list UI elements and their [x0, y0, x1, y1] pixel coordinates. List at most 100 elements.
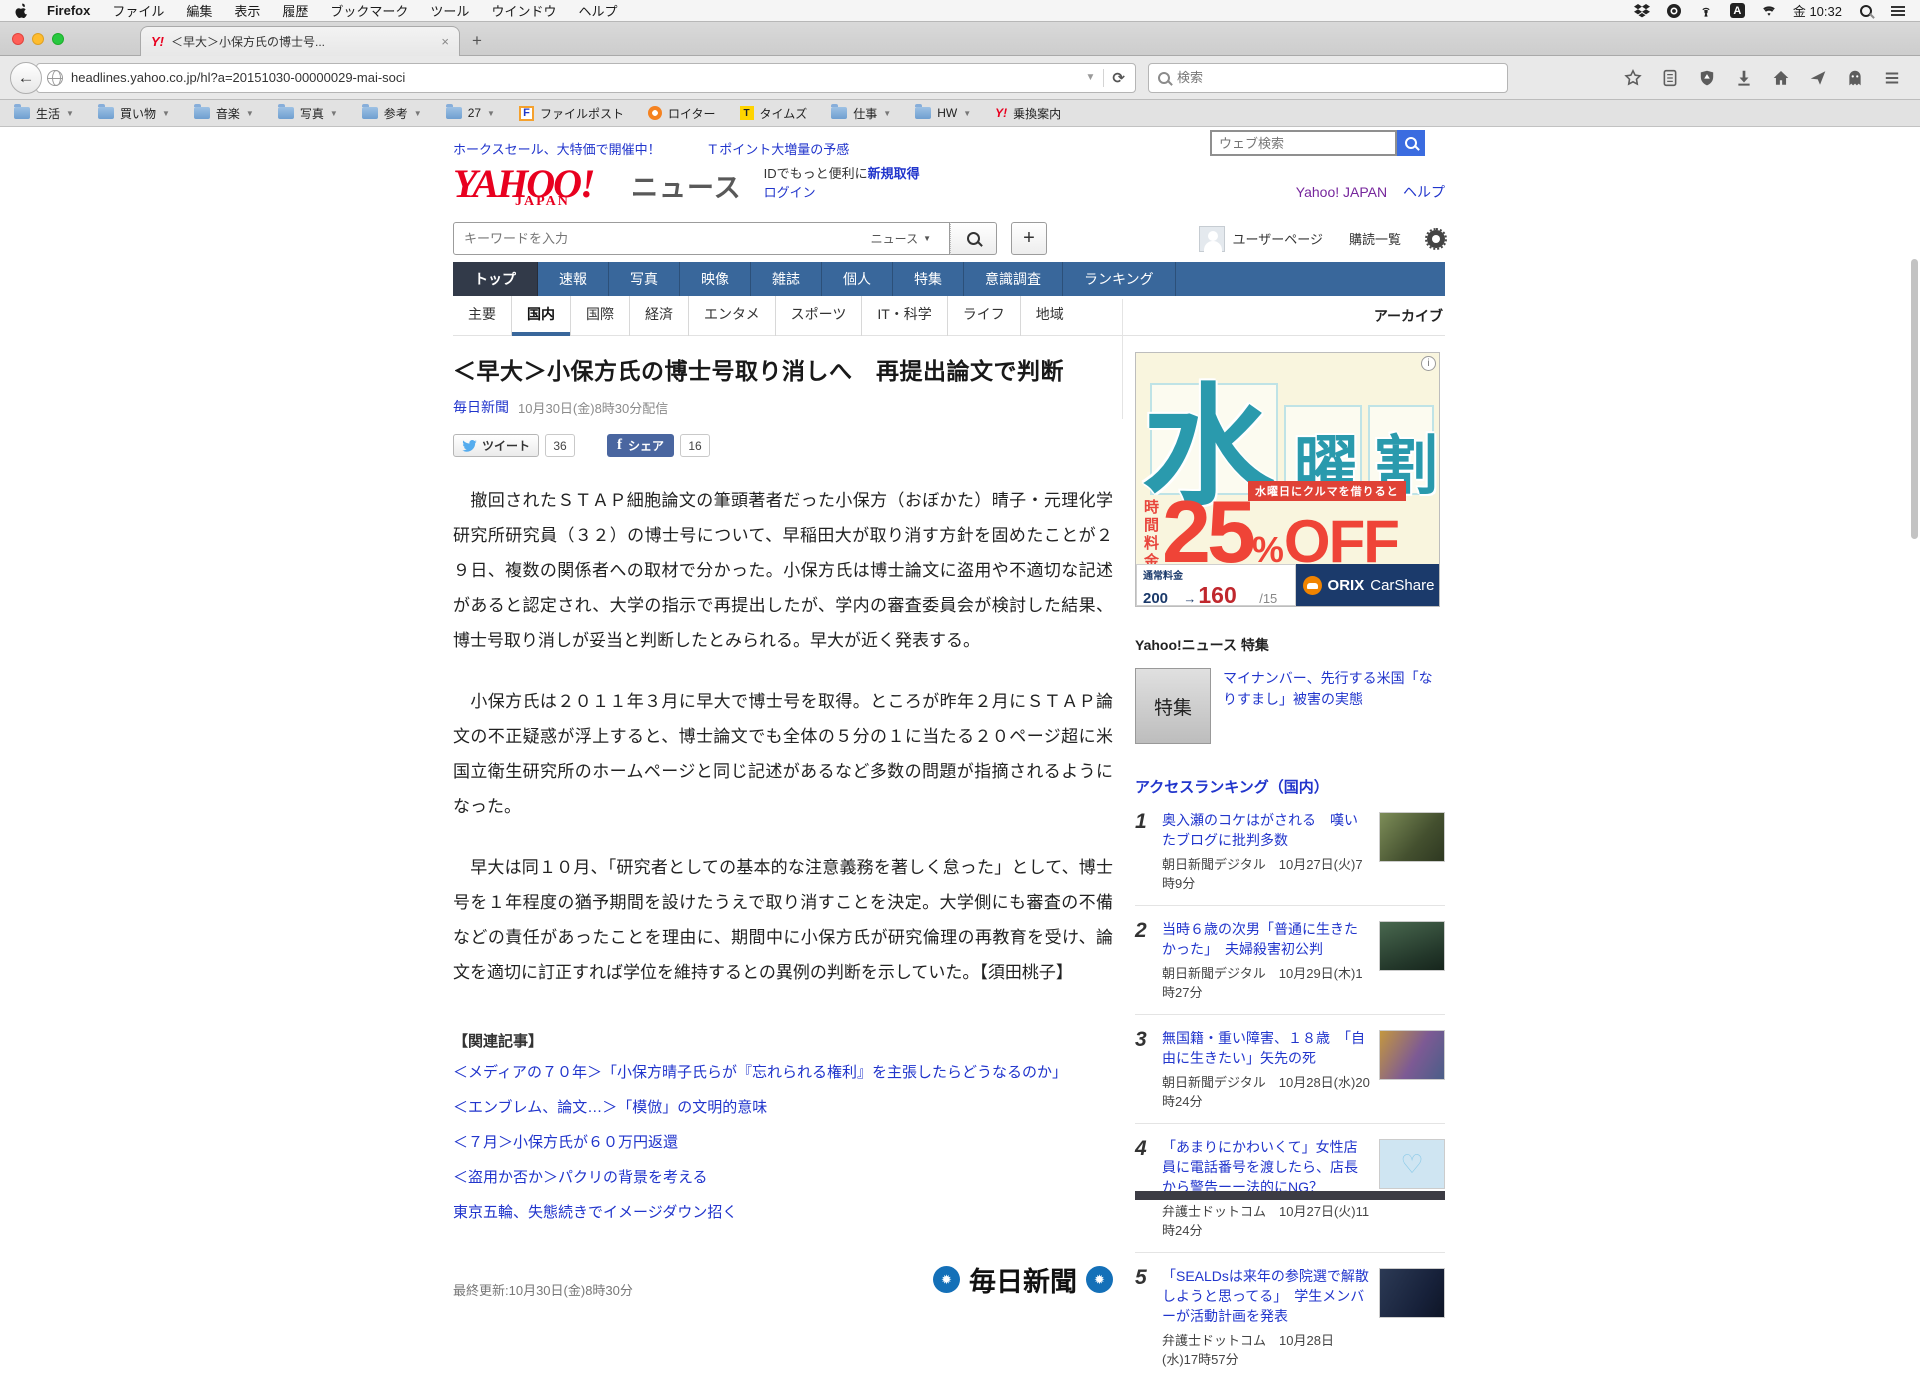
yahoo-japan-logo[interactable]: YAHOO! JAPAN [453, 160, 623, 208]
source-link[interactable]: 毎日新聞 [453, 397, 509, 417]
hamburger-menu-icon[interactable] [1882, 68, 1902, 88]
menu-bookmarks[interactable]: ブックマーク [330, 1, 408, 20]
promo-link-tpoint[interactable]: Ｔポイント大増量の予感 [706, 142, 849, 157]
related-link[interactable]: ＜エンブレム、論文…＞「模倣」の文明的意味 [453, 1095, 1113, 1121]
bookmark-times[interactable]: Tタイムズ [740, 105, 808, 122]
web-search-input[interactable] [1210, 130, 1397, 156]
subnav-life[interactable]: ライフ [947, 296, 1020, 336]
menu-window[interactable]: ウインドウ [491, 1, 556, 20]
share-count[interactable]: 16 [680, 434, 710, 457]
news-search-input[interactable] [464, 231, 871, 246]
input-source-icon[interactable]: A [1730, 3, 1745, 18]
nav-tab-video[interactable]: 映像 [680, 262, 751, 296]
related-link[interactable]: 東京五輪、失態続きでイメージダウン招く [453, 1200, 1113, 1226]
close-window-button[interactable] [12, 33, 24, 45]
bookmark-filepost[interactable]: Fファイルポスト [519, 105, 624, 122]
creative-cloud-icon[interactable] [1666, 3, 1682, 19]
bookmark-folder-music[interactable]: 音楽▼ [194, 105, 254, 122]
site-identity-icon[interactable] [47, 70, 63, 86]
menu-history[interactable]: 履歴 [282, 1, 308, 20]
archive-link[interactable]: アーカイブ [1374, 306, 1445, 326]
publisher-logo[interactable]: ✹ 毎日新聞 ✹ [933, 1260, 1113, 1299]
wifi-icon[interactable] [1761, 3, 1777, 19]
url-dropdown-icon[interactable]: ▼ [1086, 72, 1096, 83]
related-link[interactable]: ＜メディアの７０年＞「小保方晴子氏らが『忘れられる権利』を主張したらどうなるのか… [453, 1060, 1113, 1086]
nav-tab-feature[interactable]: 特集 [893, 262, 964, 296]
ranking-thumbnail[interactable] [1379, 1030, 1445, 1080]
tweet-count[interactable]: 36 [545, 434, 575, 457]
subnav-region[interactable]: 地域 [1020, 296, 1079, 336]
pocket-list-icon[interactable] [1660, 68, 1680, 88]
bookmark-folder-photo[interactable]: 写真▼ [278, 105, 338, 122]
nav-tab-personal[interactable]: 個人 [822, 262, 893, 296]
subnav-economy[interactable]: 経済 [629, 296, 688, 336]
news-search-field[interactable]: ニュース▼ [453, 222, 950, 255]
ranking-link[interactable]: 奥入瀬のコケはがされる 嘆いたブログに批判多数 [1162, 810, 1370, 850]
browser-tab[interactable]: Y! ＜早大＞小保方氏の博士号... × [140, 26, 460, 56]
subnav-world[interactable]: 国際 [570, 296, 629, 336]
home-icon[interactable] [1771, 68, 1791, 88]
help-link[interactable]: ヘルプ [1403, 184, 1445, 200]
feature-link[interactable]: マイナンバー、先行する米国「なりすまし」被害の実態 [1223, 668, 1445, 744]
related-link[interactable]: ＜７月＞小保方氏が６０万円返還 [453, 1130, 1113, 1156]
subscriptions-link[interactable]: 購読一覧 [1349, 229, 1401, 248]
ranking-link[interactable]: 「SEALDsは来年の参院選で解散しようと思ってる」 学生メンバーが活動計画を発… [1162, 1266, 1370, 1326]
yahoo-japan-link[interactable]: Yahoo! JAPAN [1296, 184, 1387, 200]
feature-item[interactable]: 特集 マイナンバー、先行する米国「なりすまし」被害の実態 [1135, 668, 1445, 744]
carshare-ad[interactable]: i 水 曜 割 水曜日にクルマを借りると 時間料金 25%OFF 通常料金 20… [1135, 352, 1440, 607]
bookmark-folder-hw[interactable]: HW▼ [915, 106, 971, 120]
url-bar[interactable]: ▼ ⟳ [36, 63, 1136, 93]
nav-tab-magazine[interactable]: 雑誌 [751, 262, 822, 296]
ad-info-icon[interactable]: i [1421, 356, 1436, 371]
web-search-button[interactable] [1397, 130, 1425, 156]
menu-help[interactable]: ヘルプ [578, 1, 617, 20]
zoom-window-button[interactable] [52, 33, 64, 45]
signup-link[interactable]: 新規取得 [868, 166, 920, 181]
dropbox-icon[interactable] [1634, 3, 1650, 19]
nav-tab-photo[interactable]: 写真 [609, 262, 680, 296]
ranking-link[interactable]: 「あまりにかわいくて」女性店員に電話番号を渡したら、店長から警告ーー法的にNG？ [1162, 1137, 1370, 1197]
menu-file[interactable]: ファイル [112, 1, 164, 20]
subnav-main[interactable]: 主要 [453, 296, 511, 336]
search-scope-dropdown[interactable]: ニュース▼ [871, 230, 939, 247]
subnav-domestic[interactable]: 国内 [511, 296, 570, 336]
menu-view[interactable]: 表示 [234, 1, 260, 20]
bookmark-reuters[interactable]: ロイター [648, 105, 716, 122]
promo-link-hawks[interactable]: ホークスセール、大特価で開催中！ [453, 142, 661, 157]
related-link[interactable]: ＜盗用か否か＞パクリの背景を考える [453, 1165, 1113, 1191]
apple-icon[interactable] [14, 3, 29, 18]
menu-firefox[interactable]: Firefox [47, 3, 90, 18]
downloads-icon[interactable] [1734, 68, 1754, 88]
nav-tab-poll[interactable]: 意識調査 [964, 262, 1063, 296]
bookmark-folder-shopping[interactable]: 買い物▼ [98, 105, 170, 122]
menu-tools[interactable]: ツール [430, 1, 469, 20]
share-send-icon[interactable] [1808, 68, 1828, 88]
ranking-thumbnail[interactable] [1379, 921, 1445, 971]
nav-tab-flash[interactable]: 速報 [538, 262, 609, 296]
news-search-button[interactable] [950, 222, 997, 255]
nav-tab-top[interactable]: トップ [453, 262, 538, 296]
subnav-it-science[interactable]: IT・科学 [861, 296, 946, 336]
tab-close-icon[interactable]: × [441, 34, 449, 49]
bookmark-folder-life[interactable]: 生活▼ [14, 105, 74, 122]
gear-icon[interactable] [1427, 230, 1445, 248]
url-input[interactable] [71, 70, 1078, 85]
spotlight-icon[interactable] [1858, 3, 1874, 19]
menu-edit[interactable]: 編集 [186, 1, 212, 20]
browser-search-input[interactable] [1177, 70, 1498, 85]
nav-tab-ranking[interactable]: ランキング [1063, 262, 1176, 296]
back-button[interactable]: ← [10, 62, 42, 94]
reload-icon[interactable]: ⟳ [1112, 69, 1125, 87]
tweet-button[interactable]: ツイート [453, 434, 539, 457]
user-page-link[interactable]: ユーザーページ [1199, 226, 1323, 252]
bookmark-folder-27[interactable]: 27▼ [446, 106, 495, 120]
ranking-thumbnail[interactable]: ♡ [1379, 1139, 1445, 1189]
scrollbar-thumb[interactable] [1911, 259, 1918, 539]
new-tab-button[interactable]: + [472, 31, 482, 51]
ranking-link[interactable]: 当時６歳の次男「普通に生きたかった」 夫婦殺害初公判 [1162, 919, 1370, 959]
ranking-heading[interactable]: アクセスランキング（国内） [1135, 776, 1445, 797]
subnav-entertainment[interactable]: エンタメ [688, 296, 775, 336]
minimize-window-button[interactable] [32, 33, 44, 45]
bookmark-transit[interactable]: Y!乗換案内 [995, 105, 1061, 122]
subnav-sports[interactable]: スポーツ [775, 296, 862, 336]
